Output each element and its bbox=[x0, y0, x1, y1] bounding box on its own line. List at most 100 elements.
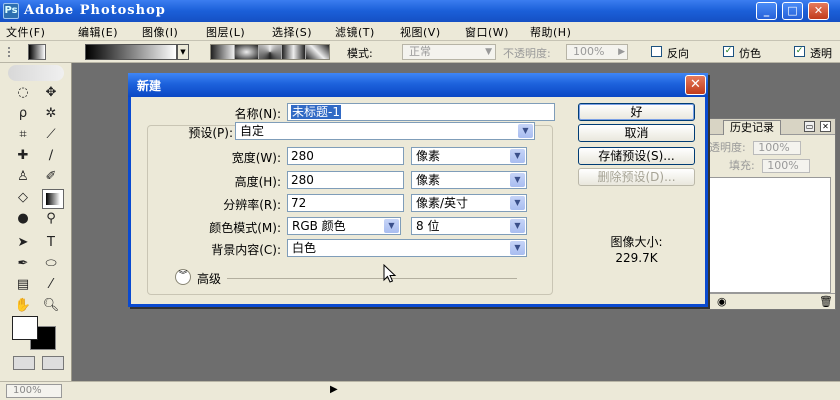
chevron-down-icon: ▼ bbox=[510, 149, 525, 163]
gradient-picker[interactable] bbox=[85, 44, 177, 60]
minimize-button[interactable]: _ bbox=[756, 2, 777, 20]
maximize-button[interactable]: □ bbox=[782, 2, 803, 20]
ellipse-tool-icon[interactable]: ⬭ bbox=[40, 254, 62, 274]
zoom-input[interactable]: 100% bbox=[6, 384, 62, 398]
blur-tool-icon[interactable]: ● bbox=[12, 209, 34, 229]
palette-fill-input[interactable]: 100% bbox=[762, 159, 811, 173]
preset-select[interactable]: 自定 ▼ bbox=[235, 122, 535, 140]
linear-gradient-icon[interactable] bbox=[211, 45, 235, 59]
dialog-title: 新建 bbox=[137, 79, 162, 93]
resolution-unit-select[interactable]: 像素/英寸 ▼ bbox=[411, 194, 527, 212]
move-tool-icon[interactable]: ✥ bbox=[40, 83, 62, 103]
menu-image[interactable]: 图像(I) bbox=[142, 24, 178, 40]
opacity-value: 100% bbox=[573, 45, 605, 58]
mode-value: 正常 bbox=[409, 45, 431, 58]
chevron-down-icon[interactable]: ▼ bbox=[177, 44, 189, 60]
eraser-tool-icon[interactable]: ◇ bbox=[12, 188, 34, 208]
new-document-dialog: 新建 ✕ 名称(N): 未标题-1 预设(P): 自定 ▼ 宽度(W): 280… bbox=[128, 73, 708, 307]
palette-list[interactable] bbox=[705, 177, 831, 293]
palette-header: 历史记录 ▭ ✕ bbox=[701, 119, 835, 135]
healing-brush-tool-icon[interactable]: ✚ bbox=[12, 146, 34, 166]
palette-action-icon[interactable]: ◉ bbox=[717, 295, 727, 308]
background-value: 白色 bbox=[292, 241, 317, 255]
color-mode-value: RGB 颜色 bbox=[292, 219, 346, 233]
pen-tool-icon[interactable]: ✒ bbox=[12, 254, 34, 274]
slice-tool-icon[interactable]: ⟋ bbox=[40, 125, 62, 145]
palette-opacity-input[interactable]: 100% bbox=[753, 141, 802, 155]
menu-view[interactable]: 视图(V) bbox=[400, 24, 441, 40]
foreground-color-swatch[interactable] bbox=[12, 316, 38, 340]
chevron-down-icon: ▼ bbox=[510, 196, 525, 210]
color-mode-select[interactable]: RGB 颜色 ▼ bbox=[287, 217, 401, 235]
reverse-label: 反向 bbox=[667, 47, 689, 60]
dialog-close-button[interactable]: ✕ bbox=[685, 75, 706, 95]
gradient-tool-icon[interactable] bbox=[42, 189, 64, 209]
height-input[interactable]: 280 bbox=[287, 171, 404, 189]
radial-gradient-icon[interactable] bbox=[234, 45, 259, 59]
reverse-checkbox[interactable] bbox=[651, 46, 662, 57]
magic-wand-tool-icon[interactable]: ✲ bbox=[40, 104, 62, 124]
menu-filter[interactable]: 滤镜(T) bbox=[335, 24, 375, 40]
brush-tool-icon[interactable]: ∕ bbox=[40, 146, 62, 166]
palette-minimize-icon[interactable]: ▭ bbox=[804, 121, 815, 132]
transparency-label: 透明 bbox=[810, 47, 832, 60]
standard-mode-icon[interactable] bbox=[13, 356, 35, 370]
transparency-checkbox[interactable]: ✓ bbox=[794, 46, 805, 57]
color-swatches[interactable] bbox=[12, 316, 62, 350]
history-brush-tool-icon[interactable]: ✐ bbox=[40, 167, 62, 187]
menu-window[interactable]: 窗口(W) bbox=[465, 24, 509, 40]
resolution-label: 分辨率(R): bbox=[223, 198, 281, 212]
crop-tool-icon[interactable]: ⌗ bbox=[12, 125, 34, 145]
trash-icon[interactable]: 🗑︎ bbox=[819, 295, 833, 308]
name-field[interactable]: 未标题-1 bbox=[287, 103, 555, 121]
height-unit-select[interactable]: 像素 ▼ bbox=[411, 171, 527, 189]
width-input[interactable]: 280 bbox=[287, 147, 404, 165]
palette-footer: ◉ 🗑︎ bbox=[701, 293, 835, 309]
menu-bar: 文件(F) 编辑(E) 图像(I) 图层(L) 选择(S) 滤镜(T) 视图(V… bbox=[0, 22, 840, 41]
reflected-gradient-icon[interactable] bbox=[282, 45, 307, 59]
height-label: 高度(H): bbox=[234, 175, 281, 189]
close-button[interactable]: ✕ bbox=[808, 2, 829, 20]
ok-button[interactable]: 好 bbox=[578, 103, 695, 121]
delete-preset-button[interactable]: 删除预设(D)... bbox=[578, 168, 695, 186]
clone-stamp-tool-icon[interactable]: ♙ bbox=[12, 167, 34, 187]
mode-select[interactable]: 正常 ▼ bbox=[402, 44, 496, 60]
palette-close-icon[interactable]: ✕ bbox=[820, 121, 831, 132]
bit-depth-value: 8 位 bbox=[416, 219, 440, 233]
eyedropper-tool-icon[interactable]: ⁄ bbox=[40, 275, 62, 295]
lasso-tool-icon[interactable]: ρ bbox=[12, 104, 34, 124]
menu-select[interactable]: 选择(S) bbox=[272, 24, 312, 40]
tab-history[interactable]: 历史记录 bbox=[723, 120, 781, 135]
mouse-cursor-icon bbox=[383, 264, 397, 283]
gradient-tool-preset-icon[interactable] bbox=[28, 44, 46, 60]
resolution-input[interactable]: 72 bbox=[287, 194, 404, 212]
opacity-input[interactable]: 100% ▶ bbox=[566, 44, 628, 60]
width-unit-select[interactable]: 像素 ▼ bbox=[411, 147, 527, 165]
status-menu-arrow-icon[interactable]: ▶ bbox=[330, 384, 338, 395]
marquee-tool-icon[interactable]: ◌ bbox=[12, 83, 34, 103]
quick-mask-mode-icon[interactable] bbox=[42, 356, 64, 370]
hand-tool-icon[interactable]: ✋ bbox=[12, 296, 34, 316]
save-preset-button[interactable]: 存储预设(S)... bbox=[578, 147, 695, 165]
width-label: 宽度(W): bbox=[231, 151, 281, 165]
angle-gradient-icon[interactable] bbox=[258, 45, 283, 59]
background-select[interactable]: 白色 ▼ bbox=[287, 239, 527, 257]
options-bar: ▼ 模式: 正常 ▼ 不透明度: 100% ▶ 反向 ✓ 仿色 ✓ 透明 bbox=[0, 41, 840, 63]
bit-depth-select[interactable]: 8 位 ▼ bbox=[411, 217, 527, 235]
zoom-tool-icon[interactable]: 🔍︎ bbox=[40, 296, 62, 316]
chevrons-down-icon[interactable]: ︾ bbox=[175, 269, 191, 285]
dither-checkbox[interactable]: ✓ bbox=[723, 46, 734, 57]
diamond-gradient-icon[interactable] bbox=[306, 45, 329, 59]
notes-tool-icon[interactable]: ▤ bbox=[12, 275, 34, 295]
menu-layer[interactable]: 图层(L) bbox=[206, 24, 245, 40]
path-selection-tool-icon[interactable]: ➤ bbox=[12, 233, 34, 253]
name-label: 名称(N): bbox=[234, 107, 281, 121]
cancel-button[interactable]: 取消 bbox=[578, 124, 695, 142]
menu-file[interactable]: 文件(F) bbox=[6, 24, 45, 40]
advanced-label[interactable]: 高级 bbox=[197, 270, 221, 287]
menu-help[interactable]: 帮助(H) bbox=[530, 24, 571, 40]
gradient-type-buttons[interactable] bbox=[210, 44, 330, 60]
type-tool-icon[interactable]: T bbox=[40, 233, 62, 253]
dodge-tool-icon[interactable]: ⚲ bbox=[40, 209, 62, 229]
menu-edit[interactable]: 编辑(E) bbox=[78, 24, 118, 40]
